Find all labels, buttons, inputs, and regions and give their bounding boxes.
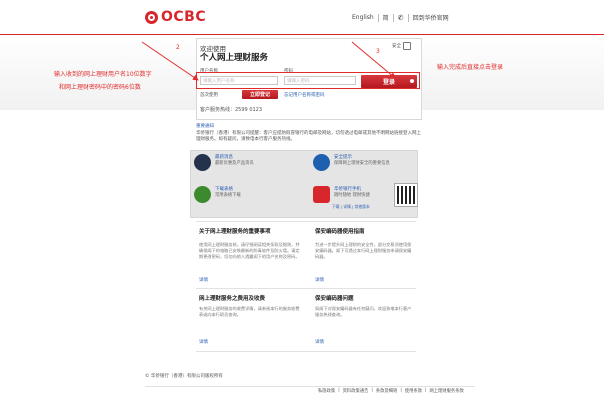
notice-block: 重要通知 华侨银行（香港）有限公司提醒：客户应提防假冒银行的电邮及网站，切勿透过…	[196, 124, 422, 144]
panel-more-link[interactable]: 详情	[315, 277, 324, 283]
panel-title: 保安编码器问题	[315, 296, 354, 302]
speaker-icon	[194, 154, 211, 171]
tile-security[interactable]: 安全提示 保障网上理财安全的重要信息	[313, 154, 413, 171]
qr-code-icon	[394, 183, 418, 207]
tile-news[interactable]: 最新消息 最新优惠及产品资讯	[194, 154, 298, 171]
footer-link[interactable]: 私隐政策	[318, 388, 335, 394]
panel-more-link[interactable]: 详情	[199, 339, 208, 345]
annotation-right: 输入完成后直接点击登录	[437, 64, 504, 71]
tile-sub: 最新优惠及产品资讯	[215, 161, 254, 166]
footer-link[interactable]: 网上理财服务条款	[429, 388, 463, 394]
tile-sub: 保障网上理财安全的重要信息	[334, 161, 390, 166]
footer-rule	[145, 386, 475, 387]
divider	[196, 351, 416, 352]
tile-mobile[interactable]: 华侨银行手机 随时随地 理财快捷	[313, 186, 391, 203]
notice-title[interactable]: 重要通知	[196, 124, 214, 129]
panel-title: 关于网上理财服务的重要事项	[199, 229, 271, 235]
tile-forms[interactable]: 下载表格 常用表格下载	[194, 186, 298, 203]
divider	[196, 288, 416, 289]
footer-link[interactable]: 资料政策通告	[343, 388, 369, 394]
download-icon	[194, 186, 211, 203]
panel-body: 如阁下对保安编码器有任何疑问，欢迎致电本行客户服务热线查询。	[315, 306, 412, 317]
divider	[196, 221, 416, 222]
annotation-num-3: 3	[376, 48, 380, 55]
annotation-left-1: 输入收到的网上理财用户名10位数字	[54, 71, 152, 78]
panel-title: 保安编码器使用指南	[315, 229, 365, 235]
arrow-to-login-button	[351, 41, 396, 79]
annotation-num-2: 2	[176, 44, 180, 51]
panel-body: 为进一步提升网上理财的安全性，部分交易须使用保安编码器。阁下可透过本行网上理财服…	[315, 242, 412, 259]
shield-star-icon	[313, 154, 330, 171]
mobile-app-icon	[313, 186, 330, 203]
panel-more-link[interactable]: 详情	[315, 339, 324, 345]
tile-mobile-links[interactable]: 下载 | 详情 | 其他版本	[332, 204, 370, 210]
panel-body: 使用网上理财服务前，请仔细阅读相关条款及细则，并确保阁下的电脑已安装最新的防毒软…	[199, 242, 300, 259]
panel-more-link[interactable]: 详情	[199, 277, 208, 283]
tile-sub: 随时随地 理财快捷	[334, 193, 370, 198]
annotation-left-2: 和网上理财密码中的密码6位数	[59, 84, 141, 91]
notice-body: 华侨银行（香港）有限公司提醒：客户应提防假冒银行的电邮及网站，切勿透过电邮或其他…	[196, 130, 421, 143]
footer-link[interactable]: 使用条款	[405, 388, 422, 394]
panel-title: 网上理财服务之费用及收费	[199, 296, 266, 302]
copyright: © 华侨银行（香港）有限公司版权所有	[145, 374, 223, 379]
footer-link[interactable]: 条款及细则	[376, 388, 397, 394]
footer-links: 私隐政策 | 资料政策通告 | 条款及细则 | 使用条款 | 网上理财服务条款	[318, 388, 464, 394]
panel-body: 有关网上理财服务的收费详情，请参阅本行的服务收费表或向本行职员查询。	[199, 306, 300, 317]
tile-sub: 常用表格下载	[215, 193, 241, 198]
